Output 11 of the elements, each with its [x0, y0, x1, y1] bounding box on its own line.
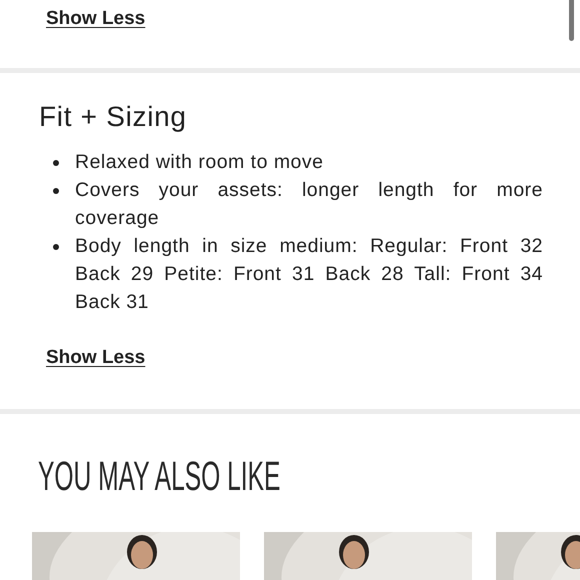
section-title: Fit + Sizing: [39, 100, 188, 134]
bullet-icon: [53, 244, 59, 250]
section-heading: YOU MAY ALSO LIKE: [38, 454, 280, 498]
bullet-icon: [53, 188, 59, 194]
bullet-text: Relaxed with room to move: [75, 150, 324, 175]
bullet-text: Body length in size medium: Regular: Front 32 Back 29 Petite: Front 31 Back 28 Tall: Front 34 Back 31: [75, 234, 543, 315]
bullet-icon: [53, 160, 59, 166]
bullet-text: Covers your assets: longer length for more coverage: [75, 178, 543, 231]
show-less-link[interactable]: Show Less: [46, 8, 146, 29]
show-less-link[interactable]: Show Less: [46, 347, 146, 368]
scrollbar[interactable]: [569, 0, 574, 41]
